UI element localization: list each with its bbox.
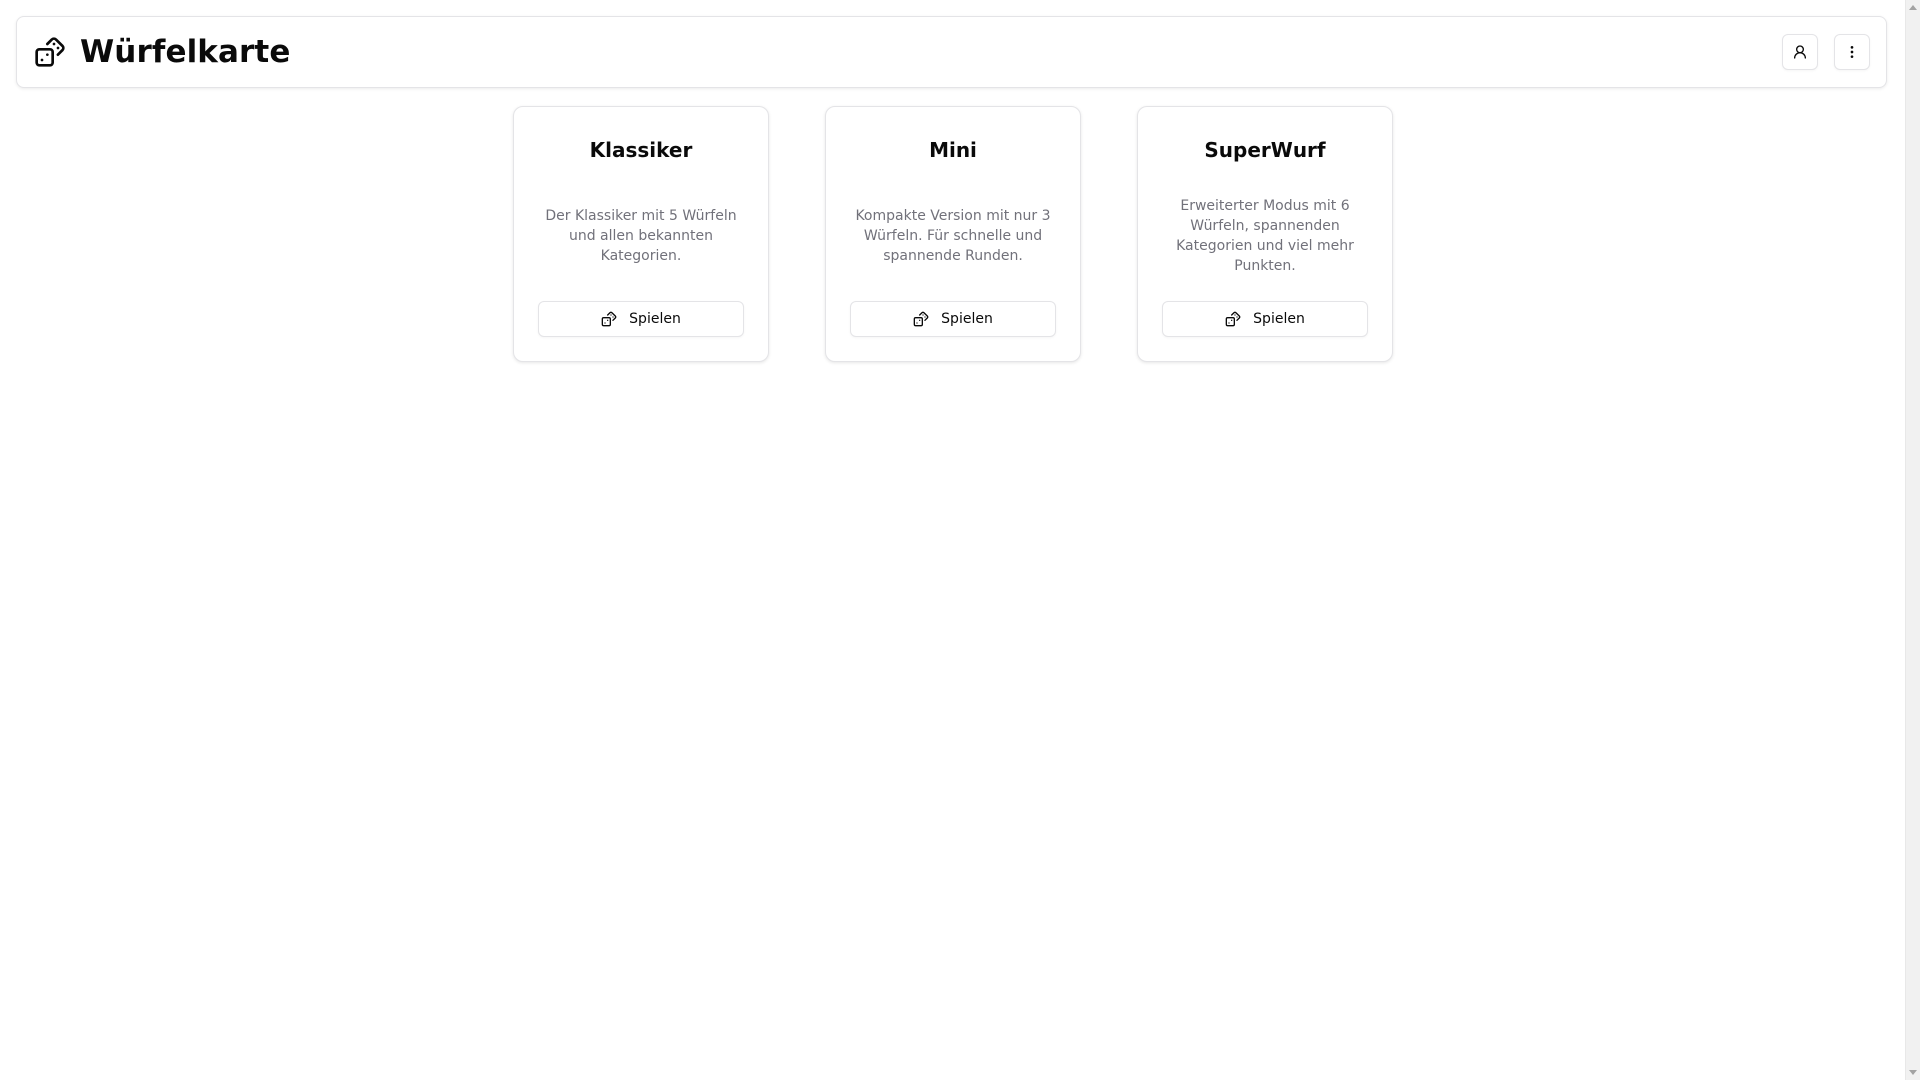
- game-mode-card-superwurf: SuperWurf Erweiterter Modus mit 6 Würfel…: [1137, 106, 1393, 362]
- card-description: Erweiterter Modus mit 6 Würfeln, spannen…: [1162, 170, 1368, 301]
- brand: Würfelkarte: [34, 34, 290, 70]
- user-icon: [1794, 45, 1806, 59]
- game-mode-list: Klassiker Der Klassiker mit 5 Würfeln un…: [513, 106, 1393, 362]
- page: Würfelkarte Klassiker Der Klassiker mit …: [0, 0, 1905, 1080]
- game-mode-card-klassiker: Klassiker Der Klassiker mit 5 Würfeln un…: [513, 106, 769, 362]
- card-description: Der Klassiker mit 5 Würfeln und allen be…: [538, 170, 744, 301]
- card-description: Kompakte Version mit nur 3 Würfeln. Für …: [850, 170, 1056, 301]
- header-actions: [1782, 34, 1870, 70]
- dices-icon: [35, 37, 65, 67]
- play-button-label: Spielen: [629, 311, 681, 327]
- play-button-mini[interactable]: Spielen: [850, 301, 1056, 337]
- dices-icon: [913, 311, 929, 327]
- profile-button[interactable]: [1782, 34, 1818, 70]
- scroll-down-arrow-icon[interactable]: [1909, 1070, 1917, 1075]
- scroll-up-arrow-icon[interactable]: [1909, 5, 1917, 10]
- card-title: Klassiker: [589, 138, 693, 162]
- game-mode-card-mini: Mini Kompakte Version mit nur 3 Würfeln.…: [825, 106, 1081, 362]
- card-description-text: Kompakte Version mit nur 3 Würfeln. Für …: [855, 207, 1051, 264]
- app-header: Würfelkarte: [16, 16, 1887, 88]
- play-button-label: Spielen: [941, 311, 993, 327]
- card-description-text: Erweiterter Modus mit 6 Würfeln, spannen…: [1176, 197, 1354, 274]
- more-vertical-icon: [1850, 46, 1854, 58]
- card-title: Mini: [929, 138, 977, 162]
- dices-icon: [1225, 311, 1241, 327]
- card-title: SuperWurf: [1204, 138, 1326, 162]
- play-button-klassiker[interactable]: Spielen: [538, 301, 744, 337]
- app-title: Würfelkarte: [80, 34, 291, 70]
- more-menu-button[interactable]: [1834, 34, 1870, 70]
- play-button-superwurf[interactable]: Spielen: [1162, 301, 1368, 337]
- play-button-label: Spielen: [1253, 311, 1305, 327]
- card-description-text: Der Klassiker mit 5 Würfeln und allen be…: [545, 207, 737, 264]
- dices-icon: [601, 311, 617, 327]
- vertical-scrollbar[interactable]: [1905, 0, 1920, 1080]
